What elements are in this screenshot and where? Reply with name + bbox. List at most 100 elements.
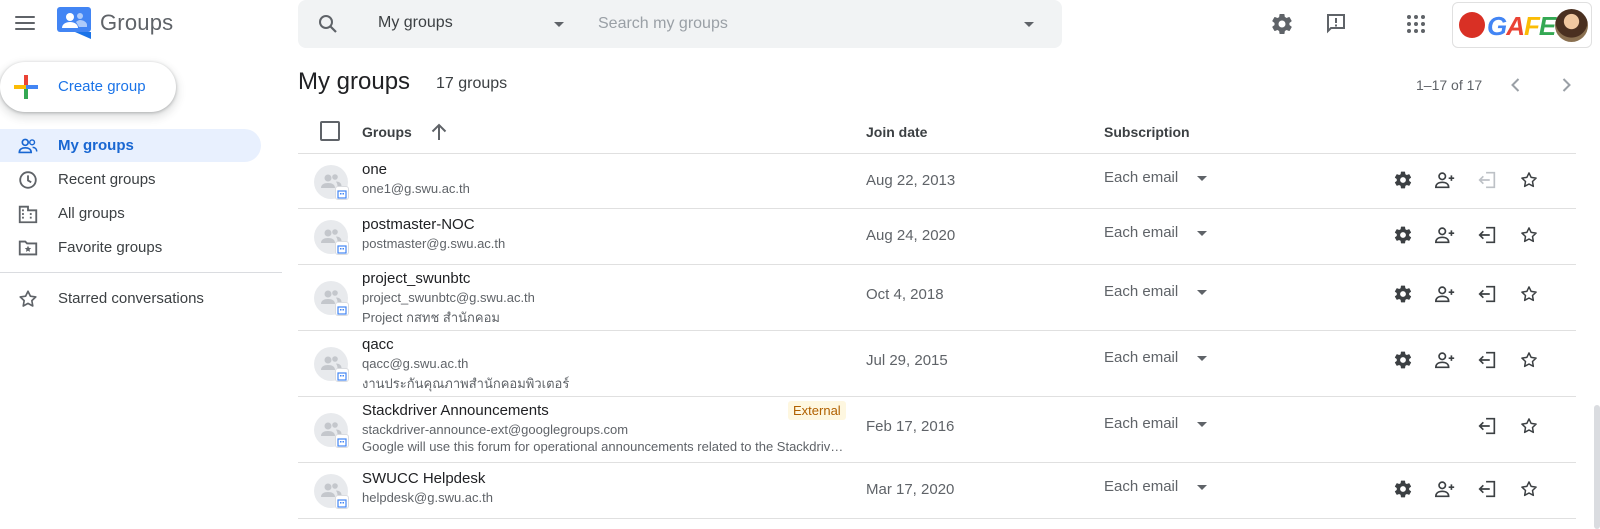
join-date: Oct 4, 2018 [866,286,944,303]
search-bar: My groups [298,0,1062,48]
group-description: Google will use this forum for operation… [362,439,848,454]
group-name[interactable]: one [362,161,387,178]
group-row[interactable]: qacc qacc@g.swu.ac.th งานประกันคุณภาพสำนัก… [298,331,1576,397]
group-row[interactable]: Stackdriver Announcements stackdriver-ann… [298,397,1576,463]
leave-group-icon[interactable] [1475,414,1499,438]
subscription-select[interactable]: Each email [1104,478,1178,495]
leave-group-icon[interactable] [1475,282,1499,306]
organization-badge-icon [335,495,349,509]
star-icon [19,290,37,307]
organization-badge-icon [335,434,349,448]
sidebar-item-favorite-groups[interactable]: Favorite groups [0,231,261,264]
group-name[interactable]: postmaster-NOC [362,216,475,233]
join-date: Aug 22, 2013 [866,172,956,189]
column-groups[interactable]: Groups [362,124,412,140]
subscription-select[interactable]: Each email [1104,283,1178,300]
page-title: My groups [298,68,411,95]
group-settings-icon[interactable] [1391,348,1415,372]
clock-icon [19,171,37,189]
subscription-dropdown-icon[interactable] [1197,231,1207,236]
feedback-icon[interactable] [1322,10,1350,38]
settings-icon[interactable] [1268,10,1296,38]
join-date: Aug 24, 2020 [866,227,956,244]
sidebar-item-label: Starred conversations [58,290,204,307]
people-icon [18,138,38,154]
group-email: postmaster@g.swu.ac.th [362,236,506,251]
apps-grid-icon[interactable] [1402,10,1430,38]
user-avatar[interactable] [1555,9,1588,42]
leave-group-icon[interactable] [1475,348,1499,372]
add-member-icon[interactable] [1433,282,1457,306]
subscription-select[interactable]: Each email [1104,224,1178,241]
leave-group-icon [1475,168,1499,192]
groups-logo-icon[interactable] [57,7,91,39]
select-all-checkbox[interactable] [320,121,340,141]
leave-group-icon[interactable] [1475,223,1499,247]
plus-icon [14,75,38,99]
leave-group-icon[interactable] [1475,477,1499,501]
main-menu-icon[interactable] [12,10,38,36]
pagination-range: 1–17 of 17 [1416,77,1483,93]
search-input[interactable] [598,12,998,36]
join-date: Jul 29, 2015 [866,352,948,369]
group-name[interactable]: project_swunbtc [362,270,470,287]
subscription-select[interactable]: Each email [1104,415,1178,432]
add-member-icon[interactable] [1433,477,1457,501]
group-row[interactable]: SWUCC Helpdesk helpdesk@g.swu.ac.th Mar 17… [298,463,1576,519]
add-member-icon[interactable] [1433,223,1457,247]
group-name[interactable]: qacc [362,336,394,353]
search-icon[interactable] [316,12,340,36]
external-badge: External [788,401,846,420]
next-page-icon[interactable] [1555,74,1577,96]
subscription-dropdown-icon[interactable] [1197,290,1207,295]
group-email: stackdriver-announce-ext@googlegroups.co… [362,422,629,437]
star-folder-icon [18,240,38,256]
search-scope-select[interactable]: My groups [378,14,453,32]
sort-ascending-icon[interactable] [428,121,450,143]
sidebar-item-my-groups[interactable]: My groups [0,129,261,162]
group-settings-icon[interactable] [1391,168,1415,192]
group-email: qacc@g.swu.ac.th [362,356,469,371]
table-header: Groups Join date Subscription [298,116,1576,154]
group-avatar-icon [314,413,349,448]
scope-dropdown-icon[interactable] [554,22,564,27]
group-avatar-icon [314,347,349,382]
account-switcher[interactable]: GAFE [1452,2,1592,48]
group-row[interactable]: postmaster-NOC postmaster@g.swu.ac.th Aug … [298,209,1576,265]
group-avatar-icon [314,164,349,200]
scrollbar-thumb[interactable] [1594,405,1600,529]
add-member-icon[interactable] [1433,348,1457,372]
sidebar-item-recent-groups[interactable]: Recent groups [0,163,261,196]
group-name[interactable]: SWUCC Helpdesk [362,470,485,487]
group-row[interactable]: one one1@g.swu.ac.th Aug 22, 2013 Each emai… [298,154,1576,209]
group-settings-icon[interactable] [1391,282,1415,306]
favorite-star-icon[interactable] [1517,282,1541,306]
subscription-select[interactable]: Each email [1104,349,1178,366]
sidebar-item-all-groups[interactable]: All groups [0,197,261,230]
subscription-dropdown-icon[interactable] [1197,485,1207,490]
previous-page-icon[interactable] [1505,74,1527,96]
group-settings-icon[interactable] [1391,477,1415,501]
subscription-dropdown-icon[interactable] [1197,356,1207,361]
create-group-button[interactable]: Create group [0,62,176,112]
subscription-select[interactable]: Each email [1104,169,1178,186]
group-row[interactable]: project_swunbtc project_swunbtc@g.swu.ac.… [298,265,1576,331]
column-join-date[interactable]: Join date [866,124,927,140]
add-member-icon[interactable] [1433,168,1457,192]
favorite-star-icon[interactable] [1517,477,1541,501]
search-options-dropdown-icon[interactable] [1024,22,1034,27]
subscription-dropdown-icon[interactable] [1197,422,1207,427]
gafe-logo-icon [1459,12,1485,38]
favorite-star-icon[interactable] [1517,348,1541,372]
favorite-star-icon[interactable] [1517,414,1541,438]
group-settings-icon[interactable] [1391,223,1415,247]
group-name[interactable]: Stackdriver Announcements [362,402,549,419]
subscription-dropdown-icon[interactable] [1197,176,1207,181]
favorite-star-icon[interactable] [1517,168,1541,192]
sidebar-item-starred-conversations[interactable]: Starred conversations [0,282,261,315]
group-email: project_swunbtc@g.swu.ac.th [362,290,535,305]
organization-badge-icon [335,185,349,200]
group-description: Project กสทช สำนักคอม [362,310,500,325]
organization-badge-icon [335,241,349,255]
favorite-star-icon[interactable] [1517,223,1541,247]
